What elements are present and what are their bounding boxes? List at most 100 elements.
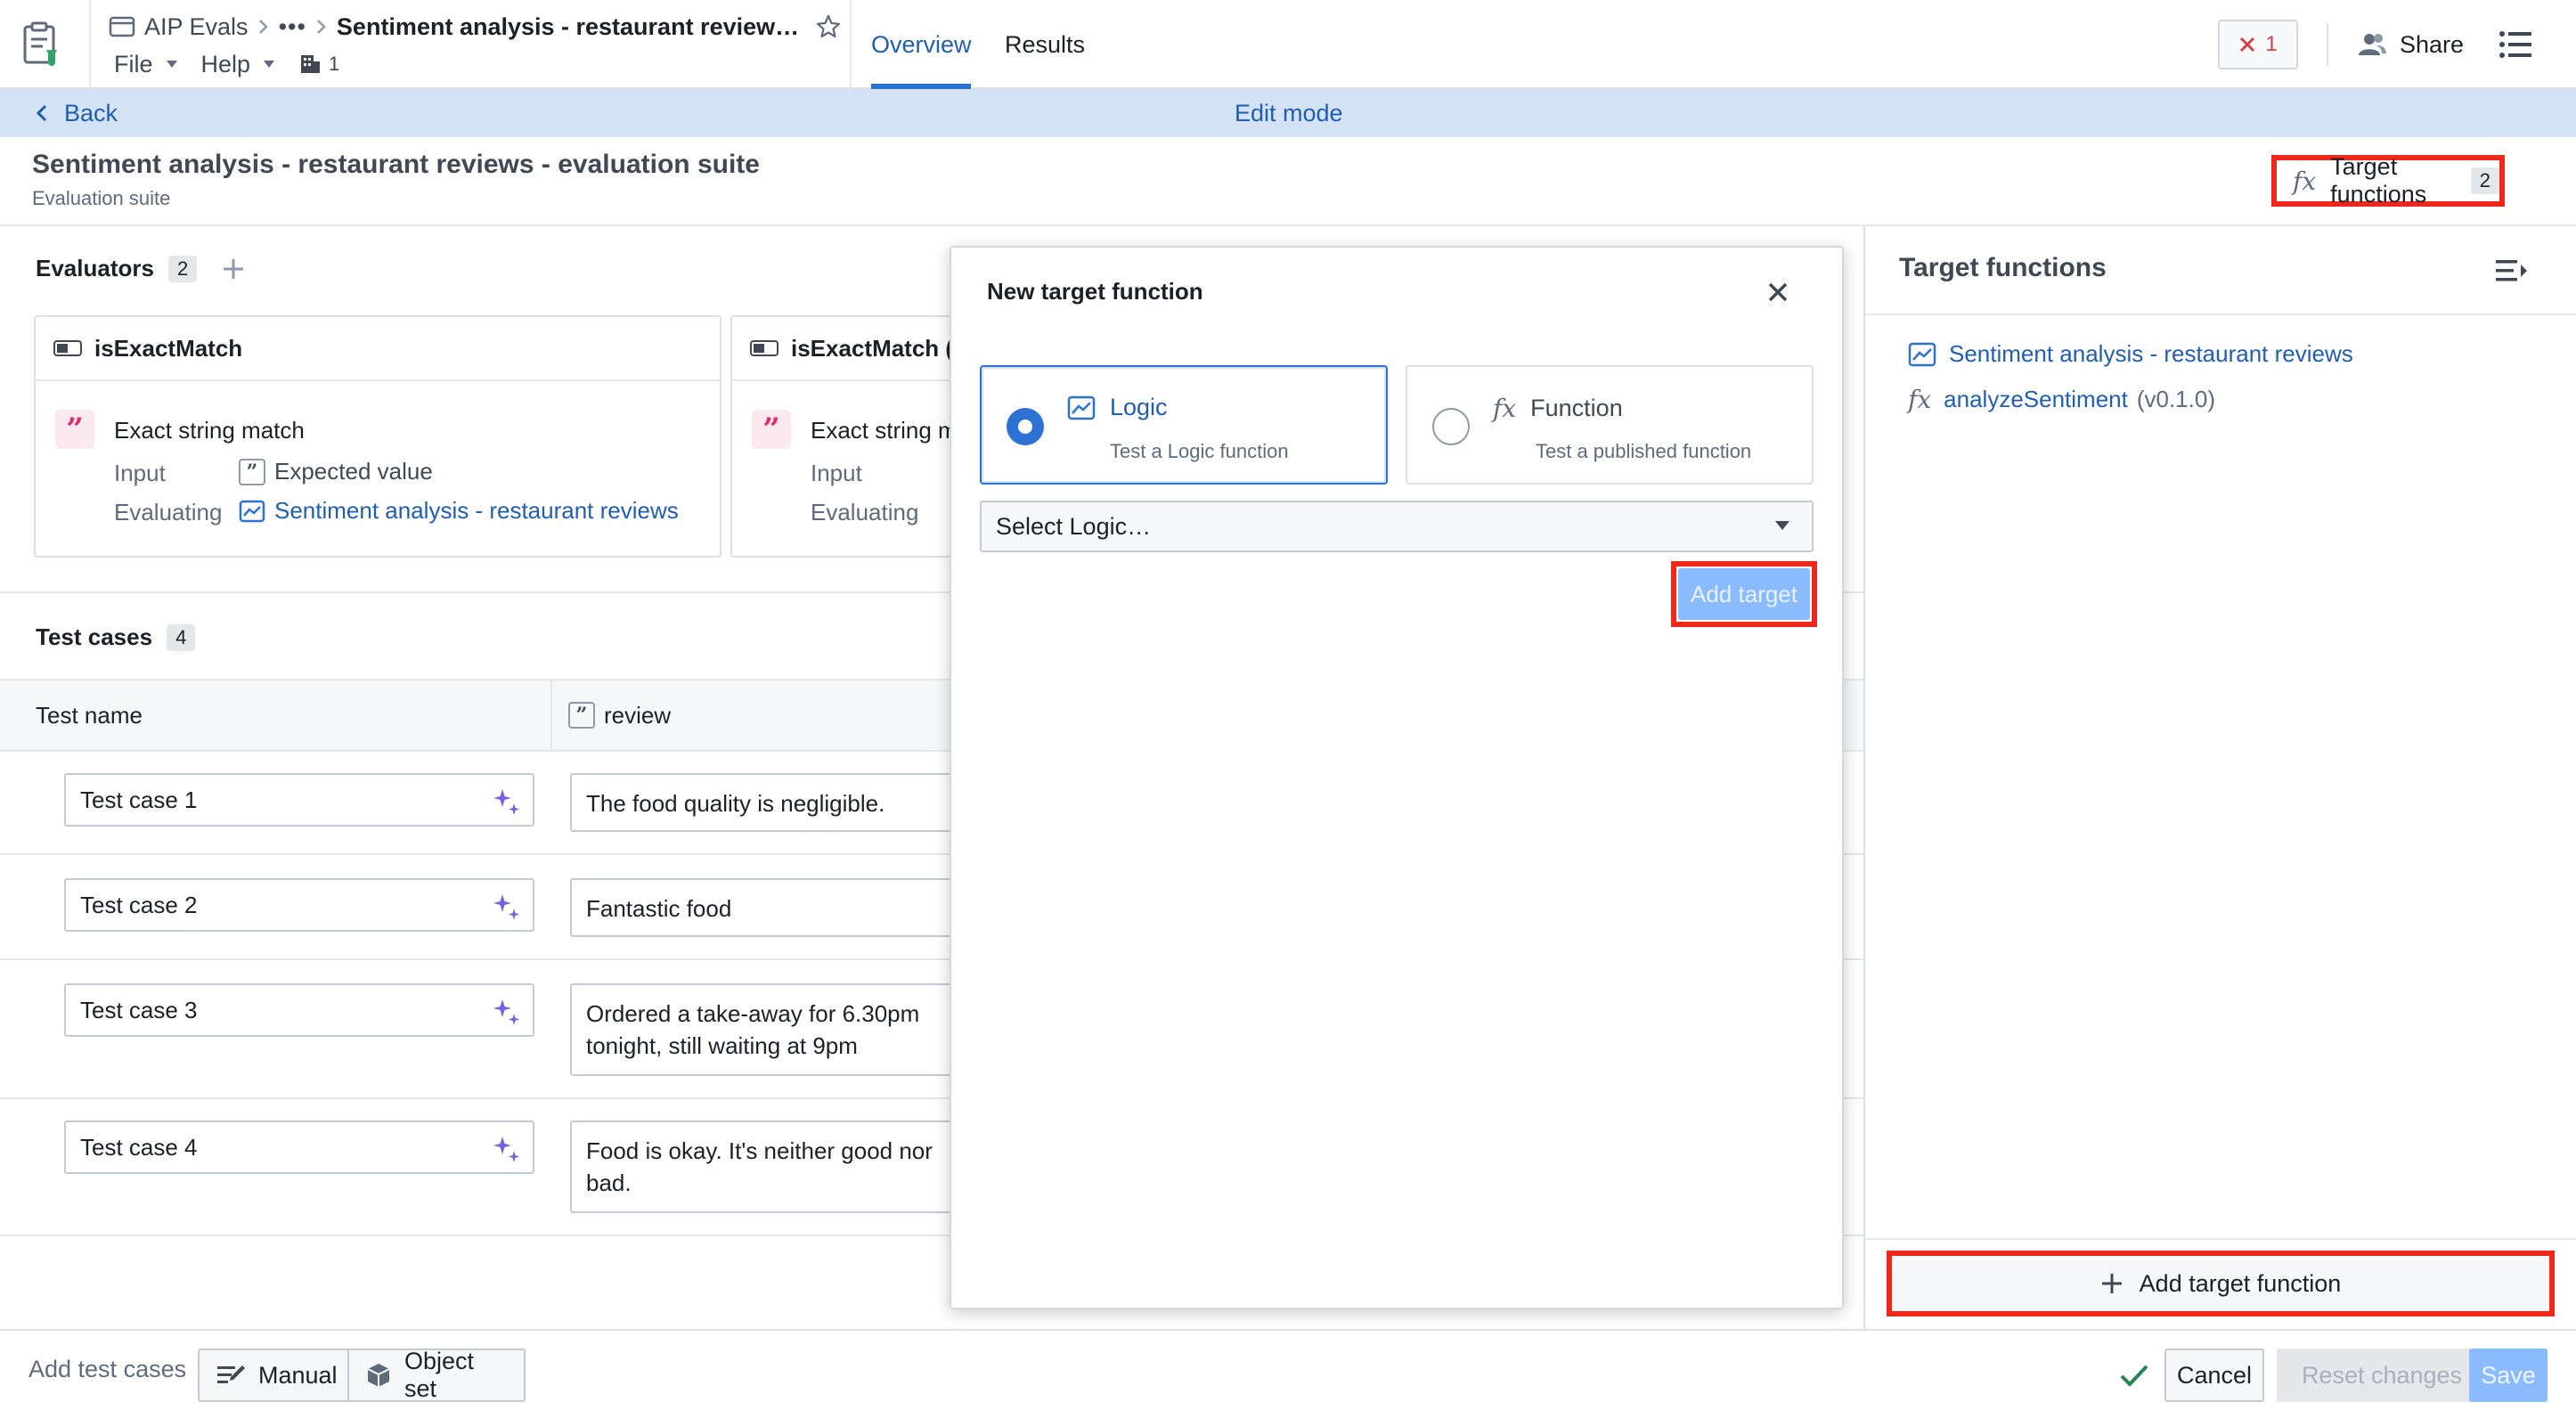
target-functions-count: 2 xyxy=(2470,167,2499,194)
review-cell[interactable]: Fantastic food xyxy=(570,878,962,937)
people-icon xyxy=(2357,31,2387,58)
close-icon xyxy=(2238,36,2256,53)
evaluating-target[interactable]: Sentiment analysis - restaurant reviews xyxy=(239,497,679,525)
sparkle-icon[interactable] xyxy=(490,1133,522,1165)
column-divider xyxy=(550,680,552,750)
back-button[interactable]: Back xyxy=(36,89,118,137)
evaluator-card[interactable]: isExactMatch ” Exact string match Input … xyxy=(34,315,721,558)
function-icon: fx xyxy=(1493,394,1517,423)
cancel-button[interactable]: Cancel xyxy=(2164,1349,2264,1402)
evaluators-label: Evaluators xyxy=(36,255,154,281)
branch-count: 1 xyxy=(329,53,340,75)
column-header-test-name[interactable]: Test name xyxy=(36,679,143,752)
add-test-cases-label: Add test cases xyxy=(29,1356,187,1382)
object-set-label: Object set xyxy=(404,1348,475,1402)
panel-title: Target functions xyxy=(1899,253,2107,282)
tab-overview[interactable]: Overview xyxy=(871,0,972,89)
help-menu[interactable]: Help xyxy=(201,51,276,78)
review-cell[interactable]: The food quality is negligible. xyxy=(570,773,962,832)
evaluator-type: Exact string m xyxy=(811,417,958,444)
panel-footer-divider xyxy=(1865,1238,2576,1240)
logic-select-placeholder: Select Logic… xyxy=(996,512,1152,540)
folder-icon xyxy=(109,15,135,38)
cube-icon xyxy=(365,1362,392,1389)
evaluators-section-header: Evaluators 2 xyxy=(36,255,245,282)
star-icon[interactable] xyxy=(815,13,842,40)
logic-radio[interactable] xyxy=(1007,408,1044,445)
help-menu-label: Help xyxy=(200,50,251,77)
add-target-function-label: Add target function xyxy=(2139,1269,2342,1297)
page-title: Sentiment analysis - restaurant reviews … xyxy=(32,150,760,179)
menu-bar: File Help 1 xyxy=(114,48,339,80)
function-icon: fx xyxy=(2293,166,2317,196)
evaluator-card-header: isExactMatch xyxy=(36,317,720,381)
logic-option-card[interactable]: Logic Test a Logic function xyxy=(980,365,1388,485)
add-target-button[interactable]: Add target xyxy=(1678,568,1810,620)
reset-changes-button[interactable]: Reset changes xyxy=(2277,1349,2487,1402)
column-header-review[interactable]: ” review xyxy=(568,679,671,752)
add-evaluator-plus-icon[interactable] xyxy=(222,257,245,281)
collapse-panel-icon[interactable] xyxy=(2494,255,2530,287)
save-button[interactable]: Save xyxy=(2469,1349,2547,1402)
logic-icon xyxy=(1067,395,1096,420)
errors-button[interactable]: 1 xyxy=(2218,20,2298,69)
target-functions-button[interactable]: fx Target functions 2 xyxy=(2271,153,2505,208)
test-cases-label: Test cases xyxy=(36,623,153,650)
properties-list-icon[interactable] xyxy=(2498,27,2533,62)
add-target-function-button[interactable]: Add target function xyxy=(1887,1251,2555,1316)
quote-small-icon: ” xyxy=(239,458,265,485)
test-cases-section-header: Test cases 4 xyxy=(36,623,196,651)
object-set-button[interactable]: Object set xyxy=(347,1348,526,1402)
function-option-card[interactable]: fx Function Test a published function xyxy=(1406,365,1814,485)
file-menu[interactable]: File xyxy=(114,51,178,78)
sparkle-icon[interactable] xyxy=(490,996,522,1028)
caret-down-icon xyxy=(166,60,178,69)
share-button[interactable]: Share xyxy=(2357,20,2464,69)
target-function-item[interactable]: fx analyzeSentiment (v0.1.0) xyxy=(1908,385,2215,414)
test-name-input[interactable]: Test case 1 xyxy=(64,773,534,827)
breadcrumb: AIP Evals ••• Sentiment analysis - resta… xyxy=(109,11,842,43)
edit-mode-label: Edit mode xyxy=(1235,99,1343,126)
target-functions-label: Target functions xyxy=(2330,153,2427,208)
page-subtitle: Evaluation suite xyxy=(32,187,171,209)
tabs-divider xyxy=(850,0,852,89)
tab-results[interactable]: Results xyxy=(1005,0,1085,89)
input-label: Input xyxy=(811,460,862,486)
top-separator xyxy=(2327,23,2328,66)
function-radio[interactable] xyxy=(1432,408,1470,445)
panel-divider xyxy=(1865,314,2576,315)
branch-indicator[interactable]: 1 xyxy=(298,53,339,76)
evaluating-label: Evaluating xyxy=(811,499,919,526)
breadcrumb-ellipsis[interactable]: ••• xyxy=(279,13,306,41)
dialog-title: New target function xyxy=(987,278,1203,305)
breadcrumb-app[interactable]: AIP Evals xyxy=(144,13,249,41)
evaluators-count: 2 xyxy=(167,255,198,282)
input-value: ” Expected value xyxy=(239,458,433,485)
target-function-name: Sentiment analysis - restaurant reviews xyxy=(1949,340,2353,367)
sparkle-icon[interactable] xyxy=(490,891,522,923)
test-name-input[interactable]: Test case 2 xyxy=(64,878,534,932)
plus-icon xyxy=(2100,1272,2124,1295)
evaluator-name: isExactMatch xyxy=(94,334,243,362)
sparkle-icon[interactable] xyxy=(490,786,522,818)
caret-down-icon xyxy=(263,60,275,69)
evals-app-icon[interactable] xyxy=(16,20,66,69)
logic-option-subtitle: Test a Logic function xyxy=(1110,440,1289,462)
chevron-right-icon xyxy=(257,18,270,36)
target-function-item[interactable]: Sentiment analysis - restaurant reviews xyxy=(1908,340,2353,368)
test-name-input[interactable]: Test case 4 xyxy=(64,1121,534,1174)
test-name-input[interactable]: Test case 3 xyxy=(64,983,534,1037)
errors-count: 1 xyxy=(2265,32,2278,56)
close-icon[interactable] xyxy=(1764,278,1792,306)
file-menu-label: File xyxy=(114,50,153,77)
resource-title: Sentiment analysis - restaurant review… xyxy=(336,12,800,40)
logic-select[interactable]: Select Logic… xyxy=(980,501,1814,552)
evaluator-name: isExactMatch (1 xyxy=(791,334,966,362)
check-icon xyxy=(2118,1359,2150,1391)
function-option-subtitle: Test a published function xyxy=(1536,440,1752,462)
review-cell[interactable]: Food is okay. It's neither good nor bad. xyxy=(570,1121,962,1213)
review-cell[interactable]: Ordered a take-away for 6.30pm tonight, … xyxy=(570,983,962,1076)
manual-button[interactable]: Manual xyxy=(198,1349,349,1402)
quote-icon: ” xyxy=(752,410,791,449)
test-cases-count: 4 xyxy=(167,623,196,651)
